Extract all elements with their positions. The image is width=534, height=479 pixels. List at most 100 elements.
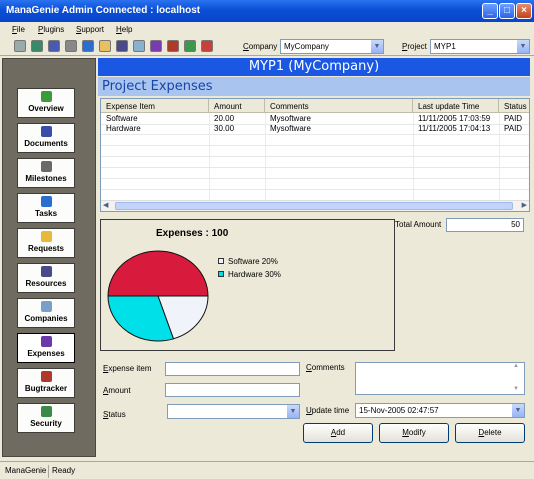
expenses-table[interactable]: Expense Item Amount Comments Last update…: [100, 98, 530, 212]
documents-icon[interactable]: [48, 40, 60, 52]
status-label: Status: [103, 410, 126, 419]
amount-input[interactable]: [165, 383, 300, 397]
sidebar-item-documents[interactable]: Documents: [17, 123, 75, 153]
companies-icon: [40, 301, 52, 312]
documents-icon: [40, 126, 52, 137]
window-title: ManaGenie Admin Connected : localhost: [6, 5, 201, 16]
milestones-icon[interactable]: [65, 40, 77, 52]
shield-icon: [40, 406, 52, 417]
sidebar-item-bugtracker[interactable]: Bugtracker: [17, 368, 75, 398]
sidebar: Overview Documents Milestones Tasks Requ…: [2, 58, 96, 457]
title-bar: ManaGenie Admin Connected : localhost _ …: [0, 0, 534, 22]
maximize-button[interactable]: □: [499, 3, 515, 19]
menu-plugins[interactable]: Plugins: [38, 25, 64, 34]
sidebar-item-milestones[interactable]: Milestones: [17, 158, 75, 188]
resources-icon: [40, 266, 52, 277]
column-header[interactable]: Amount: [209, 99, 265, 113]
grid-line: [101, 134, 529, 135]
company-select[interactable]: MyCompany ▼: [280, 39, 384, 54]
pie-chart: [107, 250, 209, 342]
scroll-up-icon[interactable]: ▲: [513, 363, 519, 369]
security-icon[interactable]: [184, 40, 196, 52]
grid-line: [101, 156, 529, 157]
pie-slice-2: [107, 250, 209, 297]
exit-icon[interactable]: [201, 40, 213, 52]
sidebar-item-overview[interactable]: Overview: [17, 88, 75, 118]
scroll-down-icon[interactable]: ▼: [513, 386, 519, 392]
chevron-down-icon[interactable]: ▼: [286, 405, 299, 418]
modify-button[interactable]: Modify: [379, 423, 449, 443]
tasks-icon: [40, 196, 52, 207]
column-header[interactable]: Expense Item: [101, 99, 209, 113]
grid-line: [101, 189, 529, 190]
requests-icon: [40, 231, 52, 242]
update-time-label: Update time: [306, 406, 350, 415]
chevron-down-icon[interactable]: ▼: [370, 40, 383, 53]
scroll-right-icon[interactable]: ▶: [522, 201, 527, 209]
company-label: Company: [243, 42, 278, 51]
menu-file[interactable]: File: [12, 25, 25, 34]
status-select[interactable]: ▼: [167, 404, 300, 419]
grid-line: [101, 178, 529, 179]
menu-bar: File Plugins Support Help: [0, 22, 534, 38]
amount-label: Amount: [103, 386, 131, 395]
chart-title: Expenses : 100: [156, 228, 229, 239]
close-button[interactable]: ×: [516, 3, 532, 19]
legend-swatch: [218, 258, 224, 264]
expenses-chart: Expenses : 100 Software 20% Hardware 30%: [100, 219, 395, 351]
status-app: ManaGenie: [5, 466, 47, 475]
status-bar: ManaGenie Ready: [0, 461, 534, 479]
sidebar-item-expenses[interactable]: Expenses: [17, 333, 75, 363]
legend-swatch: [218, 271, 224, 277]
expense-item-input[interactable]: [165, 362, 300, 376]
comments-label: Comments: [306, 363, 345, 372]
column-header[interactable]: Status: [499, 99, 529, 113]
sidebar-item-tasks[interactable]: Tasks: [17, 193, 75, 223]
column-header[interactable]: Comments: [265, 99, 413, 113]
minimize-button[interactable]: _: [482, 3, 498, 19]
comments-textarea[interactable]: [355, 362, 525, 395]
expenses-icon[interactable]: [150, 40, 162, 52]
resources-icon[interactable]: [116, 40, 128, 52]
add-button[interactable]: Add: [303, 423, 373, 443]
sidebar-item-security[interactable]: Security: [17, 403, 75, 433]
total-amount-field[interactable]: 50: [446, 218, 524, 232]
sidebar-item-companies[interactable]: Companies: [17, 298, 75, 328]
menu-support[interactable]: Support: [76, 25, 104, 34]
company-value: MyCompany: [284, 42, 329, 51]
project-header: MYP1 (MyCompany): [98, 58, 530, 76]
list-icon[interactable]: [14, 40, 26, 52]
column-header[interactable]: Last update Time: [413, 99, 499, 113]
bugtracker-icon[interactable]: [167, 40, 179, 52]
recycle-icon[interactable]: [31, 40, 43, 52]
section-title: Project Expenses: [98, 77, 530, 96]
bug-icon: [40, 371, 52, 382]
grid-line: [101, 145, 529, 146]
legend-item: Software 20%: [218, 257, 281, 266]
project-value: MYP1: [434, 42, 456, 51]
chevron-down-icon[interactable]: ▼: [511, 404, 524, 417]
milestones-icon: [40, 161, 52, 172]
update-time-picker[interactable]: 15-Nov-2005 02:47:57 ▼: [355, 403, 525, 418]
grid-line: [101, 167, 529, 168]
scrollbar-thumb[interactable]: [115, 202, 513, 210]
toolbar: Company MyCompany ▼ Project MYP1 ▼: [0, 38, 534, 56]
menu-help[interactable]: Help: [116, 25, 132, 34]
folder-icon[interactable]: [99, 40, 111, 52]
status-text: Ready: [48, 465, 78, 478]
delete-button[interactable]: Delete: [455, 423, 525, 443]
chevron-down-icon[interactable]: ▼: [516, 40, 529, 53]
sidebar-item-resources[interactable]: Resources: [17, 263, 75, 293]
sidebar-item-requests[interactable]: Requests: [17, 228, 75, 258]
update-time-value: 15-Nov-2005 02:47:57: [359, 406, 439, 415]
legend-item: Hardware 30%: [218, 270, 281, 279]
overview-icon: [40, 91, 52, 102]
total-amount-label: Total Amount: [395, 220, 442, 229]
project-select[interactable]: MYP1 ▼: [430, 39, 530, 54]
companies-icon[interactable]: [133, 40, 145, 52]
scroll-left-icon[interactable]: ◀: [103, 201, 108, 209]
project-label: Project: [402, 42, 427, 51]
tasks-icon[interactable]: [82, 40, 94, 52]
horizontal-scrollbar[interactable]: ◀ ▶: [101, 200, 529, 211]
legend: Software 20% Hardware 30%: [218, 257, 281, 279]
